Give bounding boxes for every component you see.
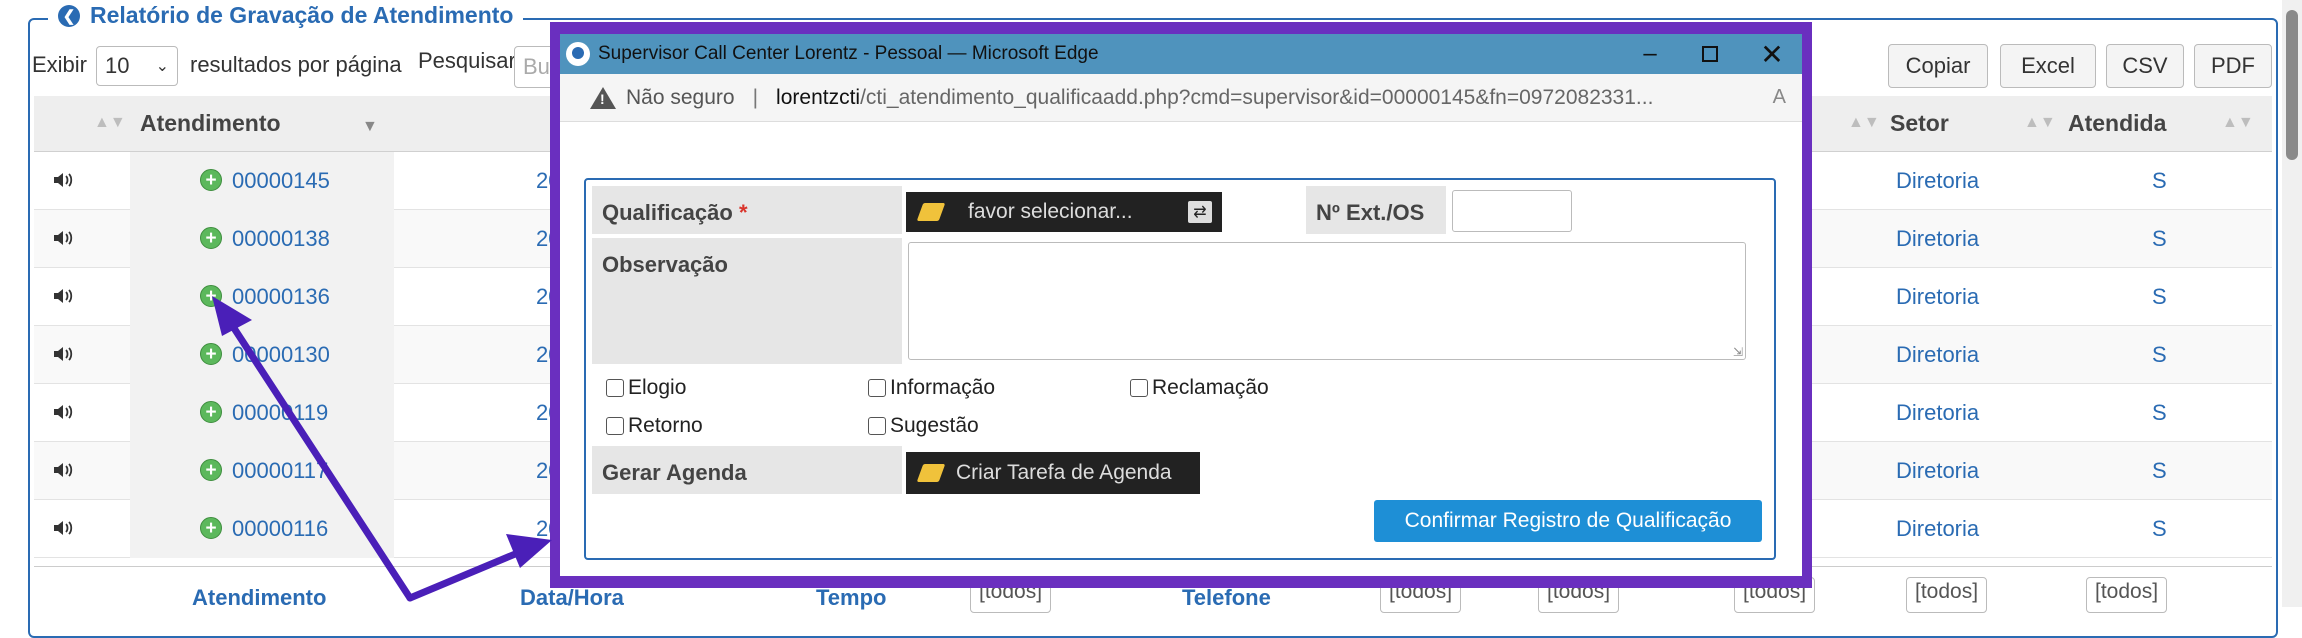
annotation-arrowhead [506, 534, 552, 568]
annotation-arrow-right [406, 548, 524, 602]
annotation-arrow-up [226, 318, 414, 602]
annotation-arrowhead [212, 296, 252, 336]
annotation-arrows [212, 296, 552, 602]
